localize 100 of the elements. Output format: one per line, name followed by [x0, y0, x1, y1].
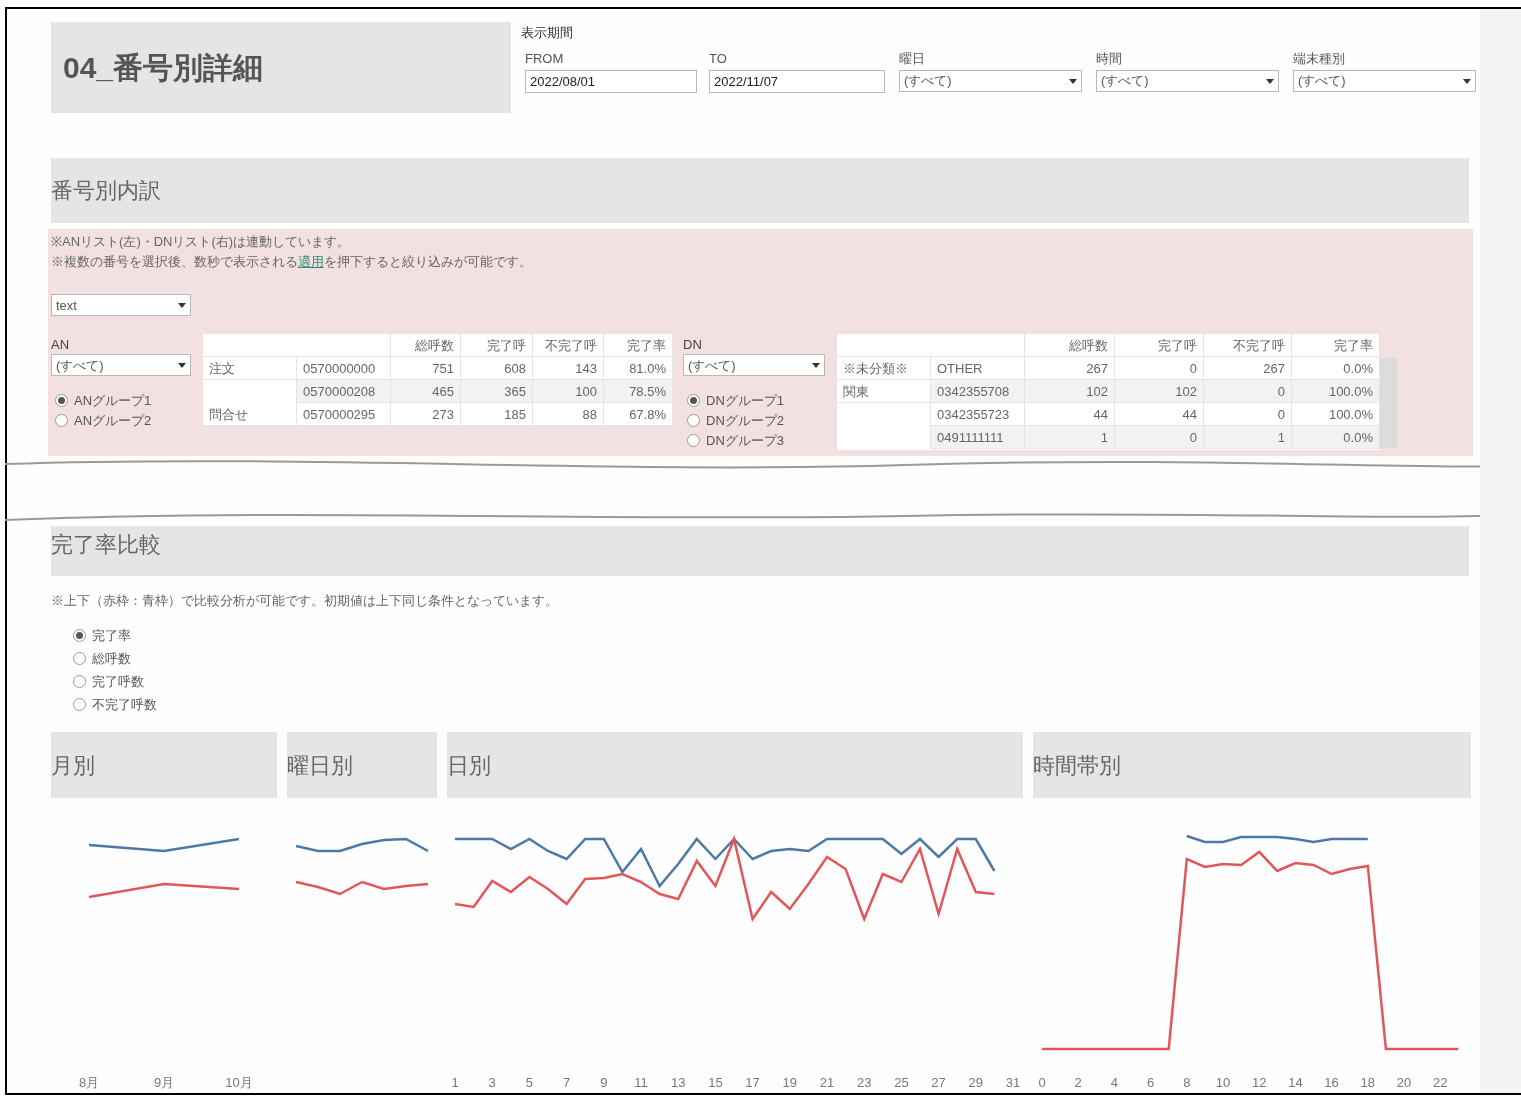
note-text: ※複数の番号を選択後、数秒で表示される適用を押下すると絞り込みが可能です。	[51, 253, 533, 272]
column-header: 不完了呼	[533, 334, 604, 358]
table-cell: 100.0%	[1292, 380, 1380, 404]
mode-dropdown[interactable]: text	[51, 294, 191, 317]
axis-label: 29	[968, 1075, 984, 1090]
table-cell: 465	[391, 380, 461, 404]
table-cell: 365	[461, 380, 533, 404]
axis-label: 2	[1074, 1075, 1082, 1090]
axis-label: 17	[745, 1075, 760, 1090]
scroll-bar[interactable]	[1380, 358, 1397, 449]
an-dropdown[interactable]: (すべて)	[51, 354, 191, 377]
column-header: 完了率	[1292, 334, 1380, 358]
axis-label: 21	[819, 1075, 835, 1090]
table-cell: 100	[533, 380, 604, 404]
axis-label: 9月	[153, 1075, 175, 1090]
axis-label: 22	[1432, 1075, 1448, 1090]
column-header: 総呼数	[391, 334, 461, 358]
chart-header: 時間帯別	[1033, 732, 1471, 798]
field-label: AN	[51, 336, 71, 355]
table-cell: 273	[391, 403, 461, 427]
caret-icon	[1463, 78, 1471, 84]
chart-header: 月別	[51, 732, 277, 798]
radio-option[interactable]: ANグループ2	[55, 410, 191, 431]
filter-label: 曜日	[899, 51, 926, 67]
axis-label: 9	[600, 1075, 608, 1090]
table-cell: 0570000295	[297, 403, 391, 427]
note-text: ※上下（赤枠：青枠）で比較分析が可能です。初期値は上下同じ条件となっています。	[51, 592, 559, 610]
date-field[interactable]: 2022/08/01	[525, 70, 697, 93]
table-cell: 注文	[203, 357, 297, 381]
axis-label: 27	[931, 1075, 946, 1090]
caret-icon	[178, 362, 186, 368]
axis-label: 19	[782, 1075, 798, 1090]
filter-label: 時間	[1096, 51, 1123, 67]
table-cell: 0491111111	[931, 426, 1025, 450]
caret-icon	[812, 362, 820, 368]
chart-header: 曜日別	[287, 732, 437, 798]
axis-label: 3	[488, 1075, 496, 1090]
table-cell: 1	[1204, 426, 1292, 450]
filter-dropdown[interactable]: (すべて)	[1293, 70, 1476, 92]
axis-label: 15	[708, 1075, 723, 1090]
radio-option[interactable]: DNグループ3	[687, 430, 825, 451]
title-banner: 04_番号別詳細	[51, 22, 511, 113]
radio-option[interactable]: 総呼数	[73, 647, 1480, 670]
table-cell: 102	[1025, 380, 1115, 404]
axis-label: 23	[856, 1075, 872, 1090]
filter-label: FROM	[525, 51, 565, 67]
axis-label: 16	[1324, 1075, 1339, 1090]
table-cell: 67.8%	[604, 403, 673, 427]
date-field[interactable]: 2022/11/07	[709, 70, 885, 93]
table-cell: 0	[1115, 426, 1204, 450]
table-cell: 88	[533, 403, 604, 427]
axis-label: 13	[670, 1075, 686, 1090]
section-header: 番号別内訳	[51, 157, 1469, 224]
axis-label: 31	[1005, 1075, 1021, 1090]
table-cell: 185	[461, 403, 533, 427]
radio-option[interactable]: ANグループ1	[55, 390, 191, 411]
filter-dropdown[interactable]: (すべて)	[899, 70, 1082, 92]
table-cell: 0.0%	[1292, 426, 1380, 450]
axis-label: 6	[1147, 1075, 1155, 1090]
axis-label: 4	[1110, 1075, 1118, 1090]
filter-label: TO	[709, 51, 728, 67]
column-header: 完了呼	[1115, 334, 1204, 358]
caret-icon	[1266, 78, 1274, 84]
filter-dropdown[interactable]: (すべて)	[1096, 70, 1279, 92]
table-cell: 102	[1115, 380, 1204, 404]
table-cell: 78.5%	[604, 380, 673, 404]
radio-option[interactable]: DNグループ2	[687, 410, 825, 431]
table-cell: 1	[1025, 426, 1115, 450]
chart-header: 日別	[447, 732, 1023, 798]
axis-label: 10月	[225, 1075, 253, 1090]
axis-label: 11	[634, 1075, 648, 1090]
axis-label: 5	[525, 1075, 533, 1090]
axis-label: 8	[1183, 1075, 1191, 1090]
column-header: 完了呼	[461, 334, 533, 358]
dn-dropdown[interactable]: (すべて)	[683, 354, 825, 377]
radio-option[interactable]: 完了率	[73, 624, 1480, 647]
table-cell: 0	[1204, 380, 1292, 404]
column-header: 総呼数	[1025, 334, 1115, 358]
column-header: 不完了呼	[1204, 334, 1292, 358]
axis-label: 7	[563, 1075, 571, 1090]
axis-label: 10	[1215, 1075, 1231, 1090]
caret-icon	[178, 302, 186, 308]
radio-option[interactable]: DNグループ1	[687, 390, 825, 411]
note-text: ※ANリスト(左)・DNリスト(右)は連動しています。	[51, 233, 352, 252]
axis-label: 8月	[78, 1075, 100, 1090]
radio-option[interactable]: 不完了呼数	[73, 693, 1480, 716]
section-header: 完了率比較	[51, 526, 1469, 576]
radio-option[interactable]: 完了呼数	[73, 670, 1480, 693]
axis-label: 18	[1360, 1075, 1376, 1090]
column-header: 完了率	[604, 334, 673, 358]
axis-label: 1	[451, 1075, 459, 1090]
axis-label: 0	[1038, 1075, 1046, 1090]
table-cell: 0342355708	[931, 380, 1025, 404]
filter-label: 表示期間	[521, 24, 574, 42]
table-cell: 問合せ	[203, 403, 297, 427]
table-cell: ※未分類※	[837, 357, 931, 381]
table-cell: 0570000208	[297, 380, 391, 404]
filter-label: 端末種別	[1293, 51, 1346, 67]
axis-label: 14	[1288, 1075, 1303, 1090]
field-label: DN	[683, 336, 703, 355]
